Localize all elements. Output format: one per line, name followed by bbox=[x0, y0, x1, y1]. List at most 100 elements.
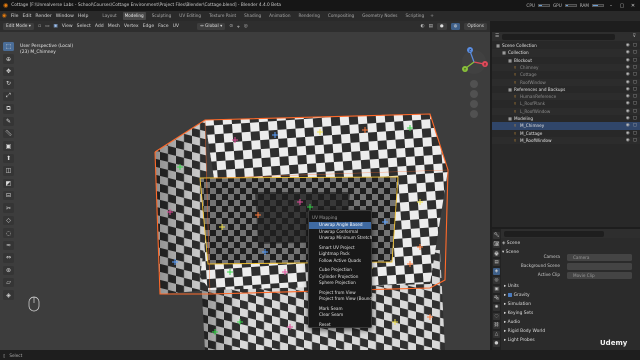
camera-field[interactable]: Camera bbox=[567, 254, 632, 261]
menu-mesh[interactable]: Mesh bbox=[108, 24, 120, 29]
menu-item-unwrap-minimum-stretch[interactable]: Unwrap Minimum Stretch bbox=[309, 235, 372, 242]
menu-uv[interactable]: UV bbox=[173, 24, 180, 29]
hide-viewport-icon[interactable]: ◉ bbox=[626, 42, 630, 49]
transform-icon[interactable]: ⧉ bbox=[3, 104, 14, 114]
outliner-type-icon[interactable]: ☰ bbox=[495, 34, 499, 39]
outliner-row[interactable]: ▿ Chimney ◉ ▢ bbox=[492, 63, 640, 72]
outliner-row[interactable]: ▿ M_Chimney ◉ ▢ bbox=[492, 122, 640, 130]
disable-render-icon[interactable]: ▢ bbox=[633, 42, 637, 49]
shrink-fatten-icon[interactable]: ⊛ bbox=[3, 265, 14, 276]
add-workspace-icon[interactable]: + bbox=[430, 14, 434, 19]
disable-render-icon[interactable]: ▢ bbox=[633, 108, 637, 115]
physics-tab-icon[interactable]: ◌ bbox=[493, 313, 500, 320]
hide-viewport-icon[interactable]: ◉ bbox=[626, 79, 630, 86]
tab-layout[interactable]: Layout bbox=[100, 12, 118, 20]
minimize-icon[interactable]: – bbox=[607, 3, 615, 9]
orientation-select[interactable]: ↔ Global ▾ bbox=[197, 23, 226, 30]
inset-icon[interactable]: ◫ bbox=[3, 166, 14, 176]
ortho-toggle-icon[interactable] bbox=[470, 110, 478, 118]
hide-viewport-icon[interactable]: ◉ bbox=[626, 100, 630, 107]
menu-file[interactable]: File bbox=[11, 14, 19, 19]
disable-render-icon[interactable]: ▢ bbox=[633, 86, 637, 93]
data-tab-icon[interactable]: △ bbox=[493, 331, 500, 338]
material-tab-icon[interactable]: ● bbox=[493, 340, 500, 347]
hide-viewport-icon[interactable]: ◉ bbox=[626, 137, 630, 144]
outliner-row[interactable]: ▦ Scene Collection ◉ ▢ bbox=[492, 42, 640, 49]
disable-render-icon[interactable]: ▢ bbox=[633, 122, 637, 129]
maximize-icon[interactable]: ▢ bbox=[618, 3, 626, 9]
rigid-body-world-panel[interactable]: ▸ Rigid Body World bbox=[504, 328, 545, 336]
navigation-gizmo[interactable]: X Z Y bbox=[462, 47, 488, 74]
tab-modeling[interactable]: Modeling bbox=[122, 12, 146, 20]
zoom-view-icon[interactable] bbox=[470, 80, 478, 88]
3d-viewport[interactable]: X Z Y User Perspective (Local) (23) M_Ch… bbox=[0, 32, 490, 350]
outliner-row[interactable]: ▿ Cottage ◉ ▢ bbox=[492, 71, 640, 78]
menu-edit[interactable]: Edit bbox=[23, 14, 32, 19]
close-icon[interactable]: ✕ bbox=[629, 3, 637, 9]
vertex-select-icon[interactable]: ▫ bbox=[38, 24, 41, 29]
modifier-tab-icon[interactable]: 🔩︎ bbox=[493, 295, 500, 302]
menu-edge[interactable]: Edge bbox=[143, 24, 155, 29]
hide-viewport-icon[interactable]: ◉ bbox=[626, 49, 630, 56]
gravity-checkbox[interactable] bbox=[507, 292, 512, 297]
keying-sets-panel[interactable]: ▸ Keying Sets bbox=[504, 310, 533, 318]
menu-view[interactable]: View bbox=[62, 24, 73, 29]
loop-cut-icon[interactable]: ⊟ bbox=[3, 191, 14, 201]
hide-viewport-icon[interactable]: ◉ bbox=[626, 71, 630, 78]
hide-viewport-icon[interactable]: ◉ bbox=[626, 115, 630, 122]
light-probes-panel[interactable]: ▸ Light Probes bbox=[504, 337, 535, 345]
menu-render[interactable]: Render bbox=[35, 14, 51, 19]
particles-tab-icon[interactable]: ✺ bbox=[493, 304, 500, 311]
menu-add[interactable]: Add bbox=[95, 24, 104, 29]
xray-icon[interactable]: ▤ bbox=[429, 24, 433, 29]
extrude-icon[interactable]: ⬆ bbox=[3, 153, 14, 164]
hide-viewport-icon[interactable]: ◉ bbox=[626, 93, 630, 100]
disable-render-icon[interactable]: ▢ bbox=[633, 93, 637, 100]
menu-window[interactable]: Window bbox=[56, 14, 74, 19]
disable-render-icon[interactable]: ▢ bbox=[633, 100, 637, 107]
simulation-panel[interactable]: ▸ Simulation bbox=[504, 301, 531, 309]
overlay-icon[interactable]: ◐ bbox=[421, 24, 425, 29]
mode-select[interactable]: Edit Mode ▾ bbox=[3, 23, 34, 30]
menu-item-unwrap-angle-based[interactable]: Unwrap Angle Based bbox=[309, 222, 371, 229]
constraints-tab-icon[interactable]: ⛓︎ bbox=[493, 322, 500, 329]
move-icon[interactable]: ✥ bbox=[3, 66, 14, 77]
menu-item-reset[interactable]: Reset bbox=[309, 322, 371, 329]
menu-help[interactable]: Help bbox=[78, 14, 88, 19]
knife-icon[interactable]: ✂ bbox=[3, 203, 14, 213]
disable-render-icon[interactable]: ▢ bbox=[633, 49, 637, 56]
hide-viewport-icon[interactable]: ◉ bbox=[626, 57, 630, 64]
disable-render-icon[interactable]: ▢ bbox=[633, 137, 637, 144]
scene-panel-header[interactable]: ▾ Scene bbox=[502, 249, 519, 257]
tab-texture-paint[interactable]: Texture Paint bbox=[207, 12, 238, 20]
hide-viewport-icon[interactable]: ◉ bbox=[626, 64, 630, 71]
rip-region-icon[interactable]: ◈ bbox=[3, 290, 14, 300]
outliner-row[interactable]: ▿ M_RoofWindow ◉ ▢ bbox=[492, 136, 640, 145]
filter-icon[interactable]: ⊽ bbox=[633, 34, 636, 39]
disable-render-icon[interactable]: ▢ bbox=[633, 57, 637, 64]
add-cube-icon[interactable]: ▣ bbox=[3, 141, 14, 151]
tab-geometry-nodes[interactable]: Geometry Nodes bbox=[360, 12, 399, 20]
menu-vertex[interactable]: Vertex bbox=[124, 24, 139, 29]
hide-viewport-icon[interactable]: ◉ bbox=[626, 108, 630, 115]
chimney-mesh[interactable]: X Z Y bbox=[0, 32, 490, 350]
active-clip-field[interactable]: Movie Clip bbox=[567, 272, 632, 279]
disable-render-icon[interactable]: ▢ bbox=[633, 79, 637, 86]
bevel-icon[interactable]: ◩ bbox=[3, 178, 14, 189]
face-select-icon[interactable]: ▣ bbox=[53, 24, 57, 29]
menu-face[interactable]: Face bbox=[158, 24, 168, 29]
tab-uv-editing[interactable]: UV Editing bbox=[177, 12, 203, 20]
pan-view-icon[interactable] bbox=[470, 90, 478, 98]
props-search-input[interactable] bbox=[504, 230, 604, 237]
outliner-row[interactable]: ▿ L_RoofWindow ◉ ▢ bbox=[492, 107, 640, 115]
edge-slide-icon[interactable]: ⇔ bbox=[3, 253, 14, 263]
view-layer-tab-icon[interactable]: ▤ bbox=[493, 259, 500, 266]
output-tab-icon[interactable]: 🖶︎ bbox=[493, 250, 500, 257]
outliner-row[interactable]: ▦ Modeling ◉ ▢ bbox=[492, 115, 640, 122]
tab-shading[interactable]: Shading bbox=[242, 12, 263, 20]
scale-icon[interactable]: ⤢ bbox=[3, 91, 14, 102]
gravity-panel[interactable]: ▸ Gravity bbox=[504, 292, 530, 300]
scene-tab-icon[interactable]: ◈ bbox=[493, 268, 500, 275]
units-panel[interactable]: ▸ Units bbox=[504, 283, 519, 291]
camera-view-icon[interactable] bbox=[470, 100, 478, 108]
